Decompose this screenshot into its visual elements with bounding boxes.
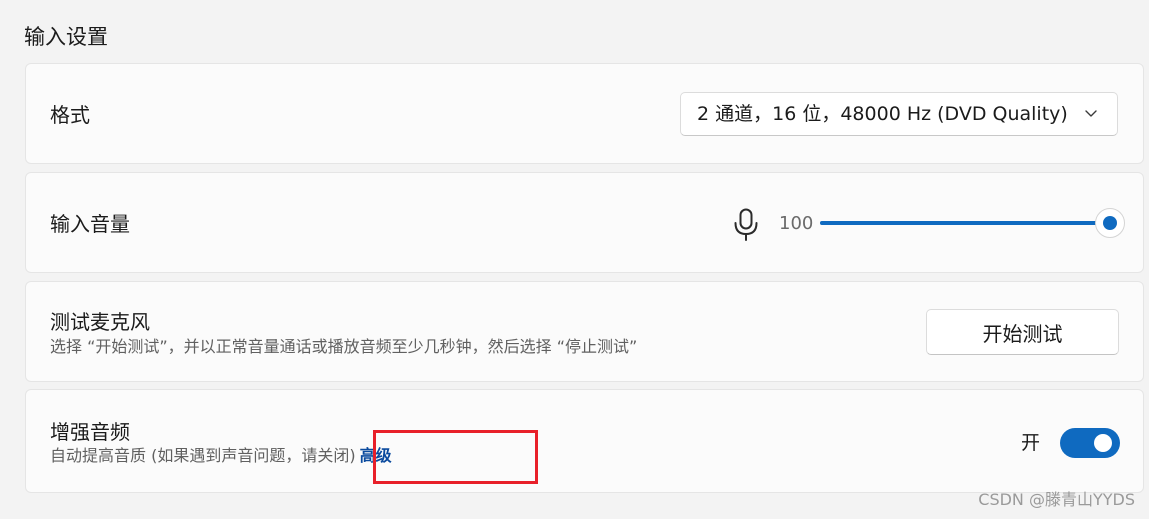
format-dropdown-value: 2 通道，16 位，48000 Hz (DVD Quality) (697, 103, 1068, 125)
enhance-audio-title: 增强音频 (50, 420, 130, 444)
input-volume-label: 输入音量 (50, 212, 130, 236)
advanced-link[interactable]: 高级 (360, 446, 392, 465)
toggle-knob (1094, 434, 1112, 452)
volume-value: 100 (779, 213, 814, 234)
format-dropdown[interactable]: 2 通道，16 位，48000 Hz (DVD Quality) (680, 92, 1118, 136)
microphone-icon[interactable] (732, 208, 760, 242)
format-label: 格式 (50, 103, 90, 127)
format-card: 格式 2 通道，16 位，48000 Hz (DVD Quality) (25, 63, 1144, 164)
section-title: 输入设置 (24, 25, 108, 49)
watermark: CSDN @滕青山YYDS (978, 490, 1135, 509)
chevron-down-icon (1085, 110, 1097, 117)
enhance-audio-description-row: 自动提高音质 (如果遇到声音问题，请关闭) 高级 (50, 445, 392, 467)
test-mic-title: 测试麦克风 (50, 310, 150, 334)
volume-slider-fill (820, 221, 1110, 225)
volume-slider[interactable] (820, 208, 1125, 238)
volume-slider-thumb[interactable] (1095, 208, 1125, 238)
input-volume-card: 输入音量 100 (25, 172, 1144, 273)
test-mic-card: 测试麦克风 选择 “开始测试”，并以正常音量通话或播放音频至少几秒钟，然后选择 … (25, 281, 1144, 382)
start-test-button[interactable]: 开始测试 (926, 309, 1119, 355)
test-mic-description: 选择 “开始测试”，并以正常音量通话或播放音频至少几秒钟，然后选择 “停止测试” (50, 337, 638, 356)
toggle-state-label: 开 (1021, 432, 1041, 454)
enhance-audio-card: 增强音频 自动提高音质 (如果遇到声音问题，请关闭) 高级 开 (25, 389, 1144, 493)
enhance-audio-description: 自动提高音质 (如果遇到声音问题，请关闭) (50, 446, 356, 465)
enhance-audio-toggle[interactable] (1060, 428, 1120, 458)
